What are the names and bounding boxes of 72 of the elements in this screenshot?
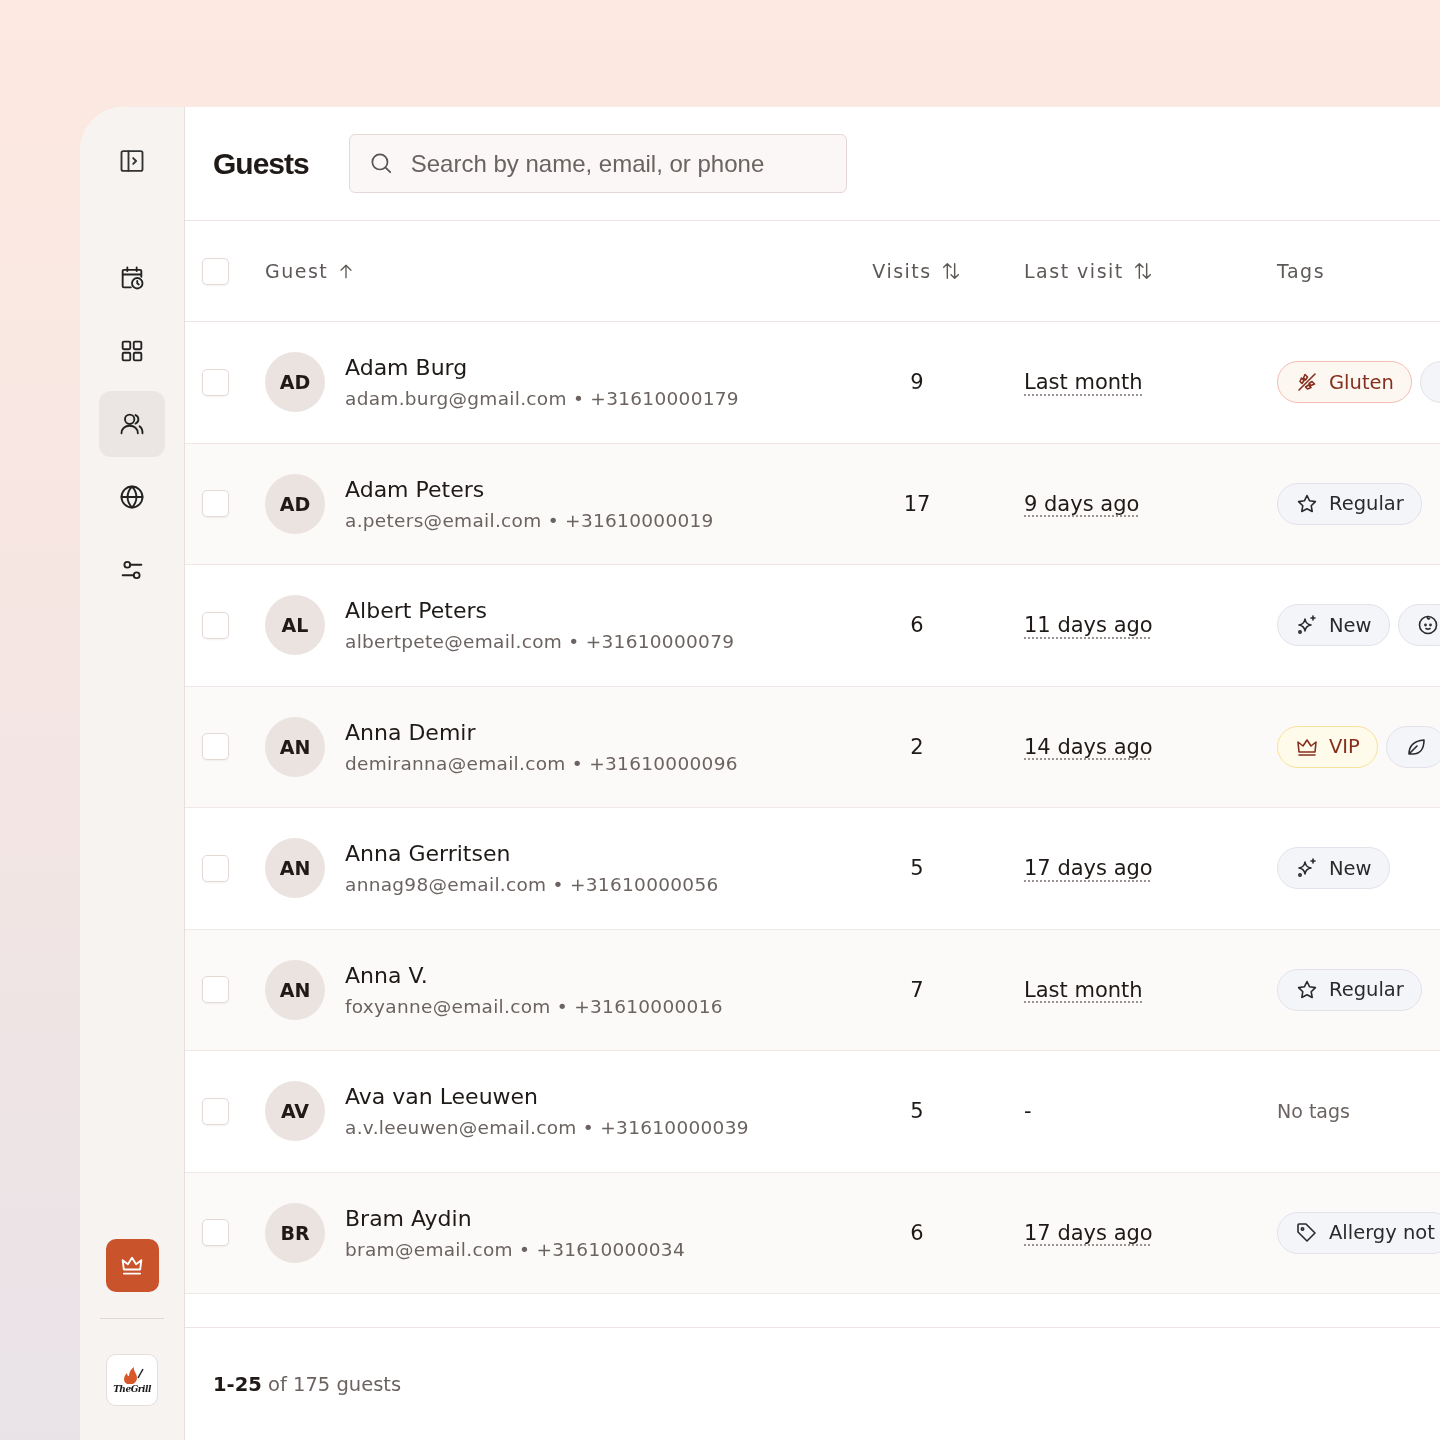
guest-name: Anna Demir [345, 719, 477, 745]
tag: New [1277, 847, 1390, 890]
visit-count: 6 [910, 613, 924, 638]
avatar: AN [265, 959, 325, 1020]
avatar: AL [265, 595, 325, 656]
row-checkbox[interactable] [202, 976, 229, 1004]
crown-button[interactable] [105, 1239, 159, 1292]
avatar: AD [265, 352, 325, 413]
last-visit: Last month [1023, 370, 1143, 395]
row-checkbox[interactable] [202, 733, 229, 761]
visit-count: 7 [910, 977, 924, 1002]
tag-icon [1295, 1220, 1319, 1245]
guest-contact: bram@email.com • +31610000034 [345, 1238, 685, 1260]
guest-contact: annag98@email.com • +31610000056 [345, 874, 719, 896]
select-all-checkbox[interactable] [202, 257, 229, 285]
visit-count: 9 [910, 370, 924, 395]
panel-icon [118, 147, 146, 175]
tag: Regular [1277, 968, 1422, 1011]
guest-contact: a.peters@email.com • +31610000019 [345, 509, 714, 531]
row-checkbox[interactable] [202, 368, 229, 396]
tag: Gluten [1277, 361, 1412, 404]
pagination-summary: 1-25 of 175 guests [213, 1372, 402, 1396]
tag: New [1277, 604, 1390, 647]
column-header[interactable]: Last visit [975, 260, 1154, 282]
tag: Regular [1277, 482, 1422, 525]
column-header[interactable]: Visits [872, 260, 962, 282]
no-tags-text: No tags [1277, 1100, 1350, 1123]
avatar: BR [265, 1202, 325, 1263]
last-visit: Last month [1023, 977, 1143, 1002]
tag: VIP [1277, 725, 1378, 768]
guest-contact: foxyanne@email.com • +31610000016 [345, 995, 723, 1017]
globe-icon [118, 483, 146, 511]
guest-name: Anna Gerritsen [345, 841, 512, 867]
guest-contact: albertpete@email.com • +31610000079 [345, 631, 735, 653]
visit-count: 17 [903, 491, 931, 516]
row-checkbox[interactable] [202, 1097, 229, 1125]
search-field[interactable]: Search by name, email, or phone [348, 134, 847, 193]
logo-text: TheGrill [113, 1384, 151, 1394]
row-checkbox[interactable] [202, 1219, 229, 1247]
row-checkbox[interactable] [202, 611, 229, 639]
last-visit: 14 days ago [1023, 734, 1153, 759]
row-checkbox[interactable] [202, 854, 229, 882]
nav-item[interactable] [99, 391, 165, 457]
guest-name: Ava van Leeuwen [345, 1084, 540, 1110]
visit-count: 5 [910, 856, 924, 881]
guest-name: Bram Aydin [345, 1205, 473, 1231]
last-visit: 11 days ago [1023, 613, 1153, 638]
column-header[interactable]: Tags [1277, 260, 1326, 282]
guest-name: Adam Peters [345, 476, 486, 502]
restaurant-logo[interactable]: TheGrill [106, 1354, 158, 1406]
sidebar-toggle-icon[interactable] [118, 147, 146, 175]
row-checkbox[interactable] [202, 490, 229, 518]
avatar: AD [265, 473, 325, 534]
visit-count: 5 [910, 1099, 924, 1124]
avatar: AN [265, 838, 325, 899]
last-visit: 9 days ago [1023, 491, 1140, 516]
visit-count: 2 [910, 734, 924, 759]
last-visit: 17 days ago [1023, 1220, 1153, 1245]
page-title: Guests [213, 146, 309, 181]
guest-contact: adam.burg@gmail.com • +31610000179 [345, 388, 739, 410]
visit-count: 6 [910, 1220, 924, 1245]
guest-name: Albert Peters [345, 598, 488, 624]
guest-contact: a.v.leeuwen@email.com • +31610000039 [345, 1117, 749, 1139]
guest-name: Adam Burg [345, 355, 469, 381]
avatar: AN [265, 716, 325, 777]
guest-name: Anna V. [345, 962, 429, 988]
tag: Allergy not [1277, 1211, 1440, 1254]
guest-contact: demiranna@email.com • +31610000096 [345, 752, 738, 774]
column-header[interactable]: Guest [265, 260, 357, 282]
last-visit: - [1023, 1099, 1032, 1124]
last-visit: 17 days ago [1023, 856, 1153, 881]
avatar: AV [265, 1081, 325, 1142]
